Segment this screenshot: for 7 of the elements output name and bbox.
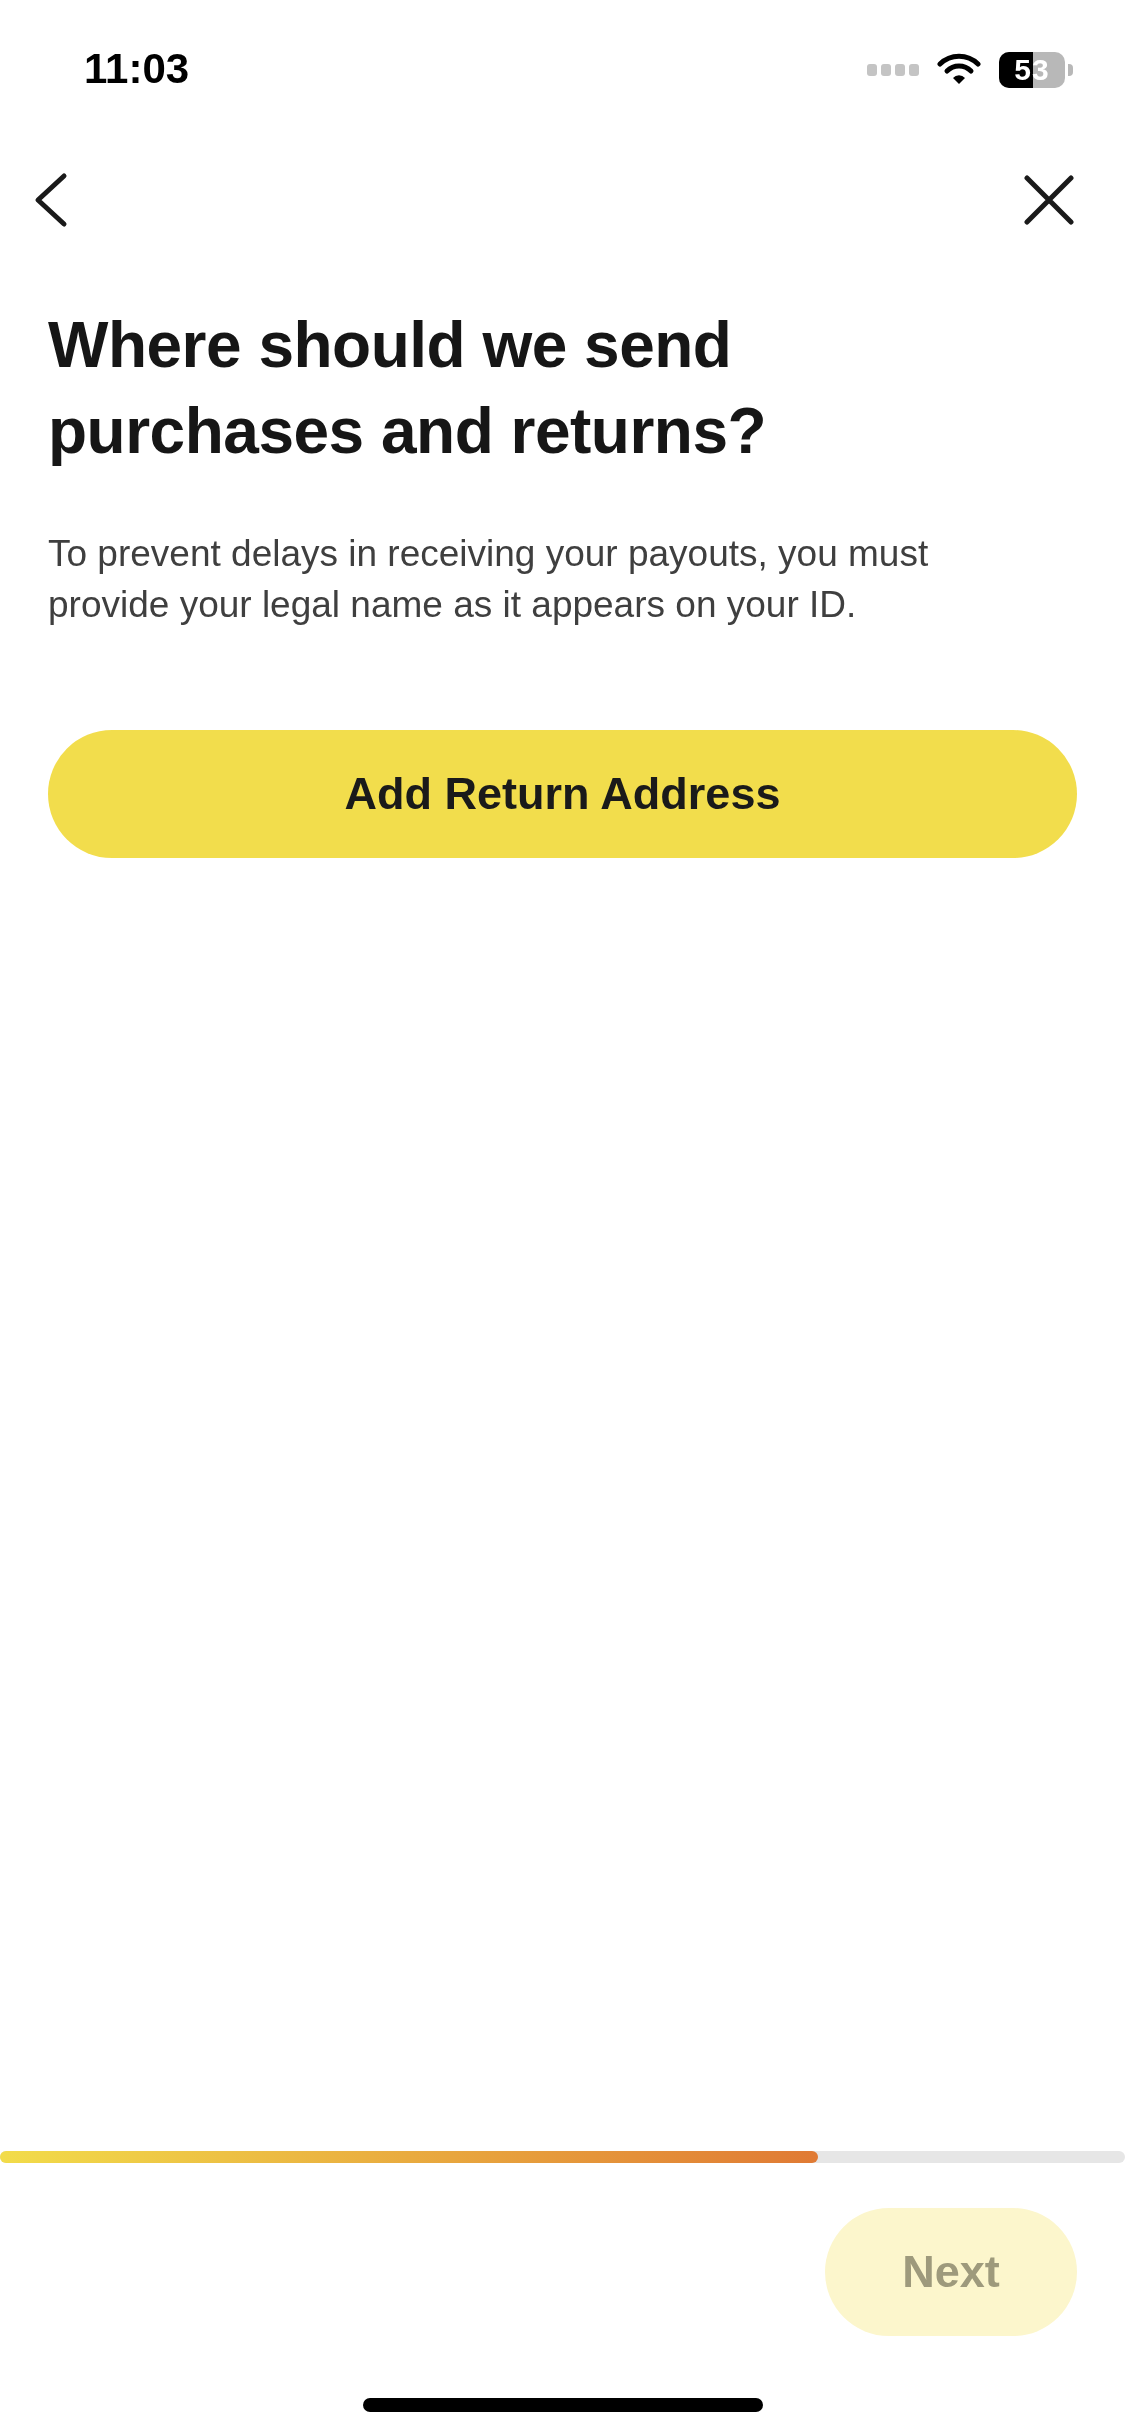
description-text: To prevent delays in receiving your payouts, you must provide your legal name as it appears on your ID.: [48, 532, 930, 627]
page-title: Where should we send purchases and returns?: [48, 308, 768, 469]
add-return-address-button[interactable]: Add Return Address: [48, 730, 1077, 858]
status-time: 11:03: [84, 45, 190, 93]
signal-icon: [867, 64, 919, 76]
wifi-icon: [937, 53, 981, 87]
close-button[interactable]: [1021, 172, 1077, 228]
